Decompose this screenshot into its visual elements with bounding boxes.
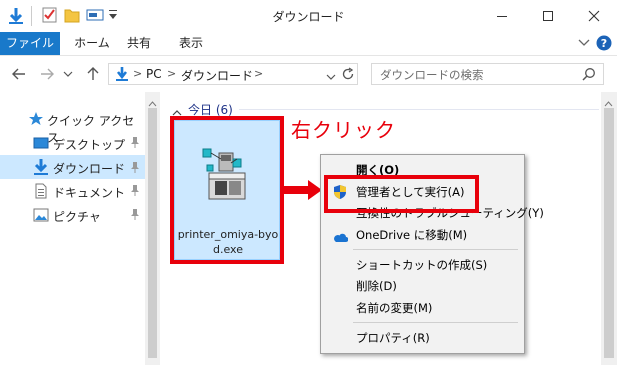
nav-item-label: ダウンロード: [53, 162, 126, 176]
nav-item-downloads[interactable]: ダウンロード: [0, 155, 145, 179]
tab-file[interactable]: ファイル: [0, 32, 60, 55]
menu-item-create-shortcut[interactable]: ショートカットの作成(S): [323, 254, 522, 276]
menu-item-label: 名前の変更(M): [356, 301, 433, 315]
navigation-pane: クイック アクセス デスクトップ ダウンロード ドキュメント ピクチャ: [0, 92, 145, 365]
download-icon: [33, 158, 49, 175]
breadcrumb-separator: >: [133, 67, 143, 80]
menu-item-rename[interactable]: 名前の変更(M): [323, 297, 522, 319]
search-placeholder: ダウンロードの検索: [380, 68, 484, 82]
nav-item-pictures[interactable]: ピクチャ: [0, 204, 145, 226]
nav-item-documents[interactable]: ドキュメント: [0, 180, 145, 202]
help-icon[interactable]: ?: [596, 35, 612, 54]
menu-item-onedrive[interactable]: OneDrive に移動(M): [323, 224, 522, 246]
pin-icon[interactable]: [129, 208, 141, 220]
content-scrollbar[interactable]: [601, 92, 617, 365]
address-bar[interactable]: > PC > ダウンロード >: [108, 63, 358, 85]
breadcrumb-pc[interactable]: PC: [146, 67, 162, 81]
onedrive-icon: [332, 228, 349, 244]
group-divider: [239, 109, 599, 110]
minimize-button[interactable]: [479, 0, 525, 32]
nav-pane-scrollbar[interactable]: [145, 92, 160, 365]
picture-icon: [33, 207, 49, 223]
star-icon: [28, 111, 44, 127]
breadcrumb-separator: >: [167, 67, 177, 80]
scrollbar-thumb[interactable]: [148, 108, 157, 358]
highlight-box-file: [170, 116, 284, 264]
scrollbar-thumb[interactable]: [604, 108, 614, 358]
forward-button[interactable]: [38, 65, 56, 83]
pin-icon[interactable]: [129, 161, 141, 173]
maximize-button[interactable]: [525, 0, 571, 32]
search-icon[interactable]: [582, 67, 596, 84]
menu-item-delete[interactable]: 削除(D): [323, 275, 522, 297]
context-menu: 開く(O) 管理者として実行(A) 互換性のトラブルシューティング(Y) One…: [320, 154, 544, 354]
tab-share[interactable]: 共有: [124, 32, 154, 55]
desktop-icon: [33, 135, 49, 151]
pin-icon[interactable]: [129, 136, 141, 148]
menu-item-properties[interactable]: プロパティ(R): [323, 327, 522, 349]
address-row: > PC > ダウンロード > ダウンロードの検索: [0, 56, 617, 92]
menu-separator: [353, 322, 518, 323]
svg-text:?: ?: [601, 37, 607, 50]
menu-item-label: 削除(D): [356, 279, 397, 293]
highlight-box-run-as-admin: [324, 175, 479, 213]
red-arrow-icon: [282, 180, 322, 200]
recent-locations-button[interactable]: [62, 65, 74, 83]
menu-item-label: プロパティ(R): [356, 331, 430, 345]
tab-view[interactable]: 表示: [176, 32, 206, 55]
download-folder-icon: [115, 66, 129, 85]
up-button[interactable]: [84, 65, 102, 83]
nav-item-label: デスクトップ: [53, 138, 126, 152]
breadcrumb-folder[interactable]: ダウンロード: [181, 67, 253, 84]
search-input[interactable]: ダウンロードの検索: [371, 63, 604, 85]
refresh-icon[interactable]: [341, 67, 355, 84]
menu-item-label: OneDrive に移動(M): [356, 228, 468, 242]
nav-item-desktop[interactable]: デスクトップ: [0, 132, 145, 154]
back-button[interactable]: [10, 65, 28, 83]
menu-item-label: ショートカットの作成(S): [356, 258, 488, 272]
title-bar: ダウンロード: [0, 0, 617, 32]
callout-right-click: 右クリック: [291, 118, 396, 142]
nav-item-label: ドキュメント: [53, 186, 126, 200]
expand-ribbon-icon[interactable]: [578, 37, 590, 51]
close-button[interactable]: [571, 0, 617, 32]
tab-home[interactable]: ホーム: [72, 32, 112, 55]
nav-item-label: ピクチャ: [53, 210, 101, 224]
breadcrumb-separator: >: [254, 67, 264, 80]
ribbon-tabs: ファイル ホーム 共有 表示 ?: [0, 32, 617, 56]
menu-separator: [353, 249, 518, 250]
document-icon: [33, 183, 49, 199]
pin-icon[interactable]: [129, 184, 141, 196]
nav-item-quick-access[interactable]: クイック アクセス: [0, 108, 145, 145]
address-history-dropdown[interactable]: [326, 70, 336, 84]
